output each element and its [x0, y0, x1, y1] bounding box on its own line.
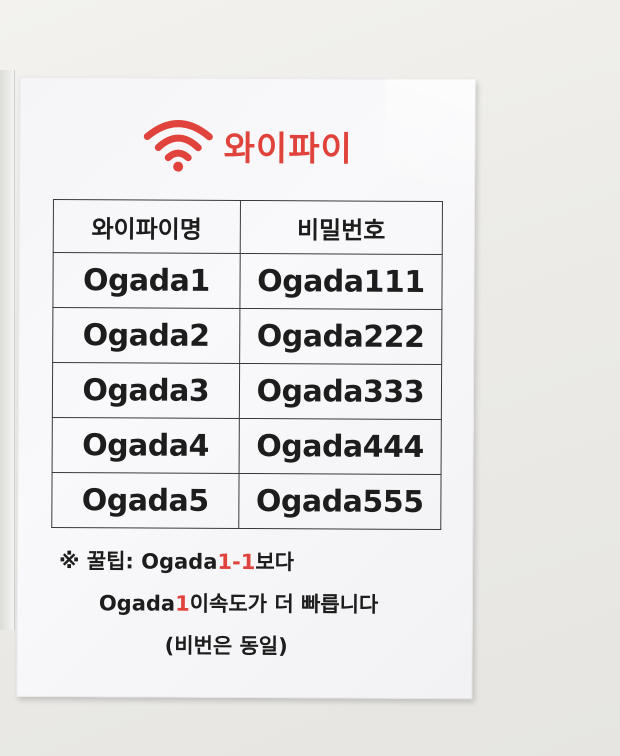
network-name-cell: Ogada4	[52, 417, 240, 474]
tip-line-2-highlight: 1	[175, 591, 190, 616]
adjacent-sheet-edge	[0, 70, 15, 630]
header-password: 비밀번호	[239, 200, 443, 255]
table-row: Ogada5 Ogada555	[51, 472, 442, 530]
tip-line-1-highlight: 1-1	[217, 549, 256, 575]
network-name-cell: Ogada1	[52, 252, 240, 309]
tip-line-3: (비번은 동일)	[164, 633, 288, 659]
table-header-row: 와이파이명 비밀번호	[53, 199, 443, 255]
password-cell: Ogada111	[239, 253, 443, 310]
password-cell: Ogada333	[239, 363, 442, 420]
tip-line-1-prefix: ※ 꿀팁: Ogada	[59, 549, 218, 574]
network-name-cell: Ogada2	[52, 307, 240, 364]
password-cell: Ogada555	[238, 473, 442, 530]
tip-line-2-suffix: 이속도가 더 빠릅니다	[189, 591, 379, 617]
tip-line-1-suffix: 보다	[255, 550, 295, 575]
tip-note: ※ 꿀팁: Ogada1-1보다 Ogada1이속도가 더 빠릅니다 (비번은 …	[59, 540, 470, 668]
wifi-sign: 와이파이 와이파이명 비밀번호 Ogada1 Ogada111 Ogada2 O…	[16, 76, 476, 700]
wifi-icon	[144, 120, 214, 172]
sign-title: 와이파이	[223, 128, 353, 170]
network-name-cell: Ogada3	[52, 362, 240, 419]
tip-line-1: ※ 꿀팁: Ogada1-1보다	[59, 540, 469, 584]
tip-line-2-prefix: Ogada	[98, 591, 176, 616]
table-row: Ogada1 Ogada111	[52, 252, 443, 310]
tip-line-2: Ogada1이속도가 더 빠릅니다	[59, 582, 469, 626]
table-row: Ogada4 Ogada444	[52, 417, 442, 475]
wifi-table: 와이파이명 비밀번호 Ogada1 Ogada111 Ogada2 Ogada2…	[51, 199, 443, 530]
table-row: Ogada3 Ogada333	[52, 362, 442, 420]
table-row: Ogada2 Ogada222	[52, 307, 442, 365]
sign-header: 와이파이	[19, 109, 475, 181]
network-name-cell: Ogada5	[51, 472, 239, 529]
password-cell: Ogada444	[238, 418, 442, 475]
header-network-name: 와이파이명	[53, 199, 241, 254]
password-cell: Ogada222	[239, 308, 442, 365]
